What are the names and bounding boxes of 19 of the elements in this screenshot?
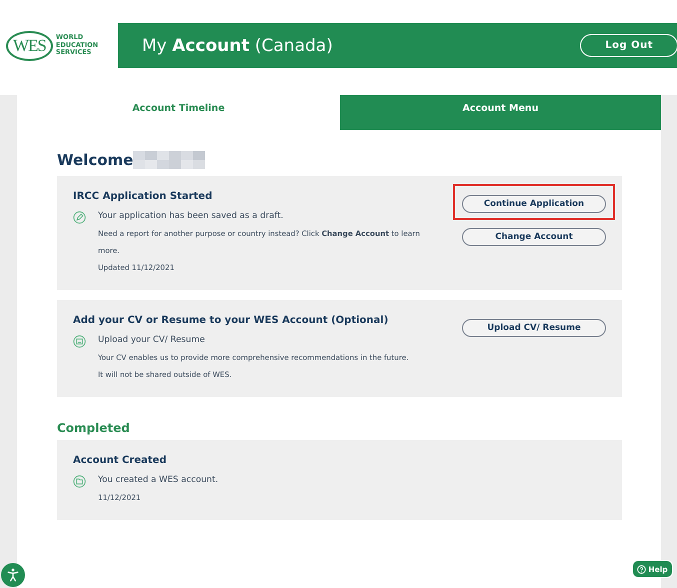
card-text: You created a WES account. [98,474,220,487]
page-title: My Account (Canada) [142,36,333,56]
card-title: Account Created [73,455,168,466]
document-icon [73,335,86,348]
action-button[interactable]: Continue Application [462,195,606,213]
question-icon [637,564,646,574]
card-title: IRCC Application Started [73,191,214,202]
welcome-heading: Welcome [57,151,134,169]
card-title: Add your CV or Resume to your WES Account (Optional) [73,315,390,326]
logout-button[interactable]: Log Out [580,34,677,57]
logo-mark: WES [6,30,53,60]
section-heading: Completed [57,421,131,435]
card-text: Upload your CV/ Resume [98,334,206,347]
pencil-icon [73,211,86,224]
action-button[interactable]: Change Account [462,228,606,246]
folder-icon [73,475,86,488]
card-text: Your application has been saved as a draft. [98,210,284,223]
tab[interactable]: Account Menu [340,95,661,130]
action-button[interactable]: Upload CV/ Resume [462,319,606,337]
